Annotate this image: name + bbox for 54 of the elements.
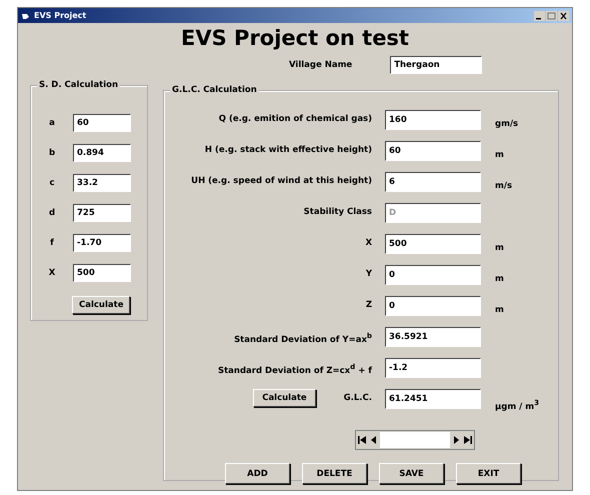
calculate-button[interactable]: Calculate <box>72 296 130 314</box>
unit-label: gm/s <box>495 119 518 129</box>
value-field[interactable]: -1.2 <box>385 358 481 378</box>
app-icon <box>21 12 30 20</box>
value-field[interactable]: 6 <box>385 172 481 192</box>
value-field[interactable]: 60 <box>385 141 481 161</box>
value-field[interactable]: 0 <box>385 296 481 316</box>
action-button[interactable]: EXIT <box>456 463 521 484</box>
field-label: Y <box>364 268 372 281</box>
field-label: Q (e.g. emition of chemical gas) <box>218 113 372 126</box>
unit-label: μgm / m$^{3}$ <box>495 398 540 412</box>
minimize-icon[interactable] <box>534 10 545 20</box>
value-field[interactable]: 160 <box>385 110 481 130</box>
field-label: UH (e.g. speed of wind at this height) <box>190 175 372 188</box>
record-position-field[interactable] <box>380 432 450 448</box>
unit-label: m <box>495 305 504 315</box>
parameter-label: d <box>48 208 56 218</box>
field-label: Standard Deviation of Y=ax$^{b}$ <box>233 330 372 347</box>
village-name-label: Village Name <box>289 60 352 70</box>
value-field[interactable]: 36.5921 <box>385 327 481 347</box>
group-title: G.L.C. Calculation <box>170 85 259 95</box>
field-label: Standard Deviation of Z=cx$^{d}$ + f <box>217 361 372 378</box>
parameter-field[interactable]: 0.894 <box>73 144 131 162</box>
form-heading: EVS Project on test <box>180 26 410 52</box>
glc-result-field[interactable]: 61.2451 <box>385 389 481 409</box>
parameter-field[interactable]: 725 <box>73 204 131 222</box>
close-icon[interactable] <box>558 10 569 20</box>
field-label: H (e.g. stack with effective height) <box>204 144 372 157</box>
value-field[interactable]: 0 <box>385 265 481 285</box>
unit-label: m/s <box>495 181 512 191</box>
action-button[interactable]: DELETE <box>302 463 367 484</box>
parameter-field[interactable]: 500 <box>73 264 131 282</box>
unit-label: m <box>495 150 504 160</box>
field-label: Stability Class <box>302 206 372 219</box>
parameter-label: b <box>48 148 56 158</box>
glc-label: G.L.C. <box>344 393 372 403</box>
unit-label: m <box>495 243 504 253</box>
parameter-label: f <box>49 238 55 248</box>
parameter-label: c <box>48 178 56 188</box>
parameter-field[interactable]: 33.2 <box>73 174 131 192</box>
parameter-label: a <box>48 118 56 128</box>
parameter-label: X <box>48 268 56 278</box>
calculate-button[interactable]: Calculate <box>253 389 316 407</box>
group-title: S. D. Calculation <box>37 80 120 90</box>
window-title: EVS Project <box>34 11 86 20</box>
village-name-field[interactable]: Thergaon <box>390 56 482 74</box>
action-button[interactable]: ADD <box>225 463 290 484</box>
unit-label: m <box>495 274 504 284</box>
parameter-field[interactable]: 60 <box>73 114 131 132</box>
parameter-field[interactable]: -1.70 <box>73 234 131 252</box>
value-field[interactable]: 500 <box>385 234 481 254</box>
field-label: Z <box>364 299 372 312</box>
field-label: X <box>364 237 372 250</box>
action-button[interactable]: SAVE <box>379 463 444 484</box>
